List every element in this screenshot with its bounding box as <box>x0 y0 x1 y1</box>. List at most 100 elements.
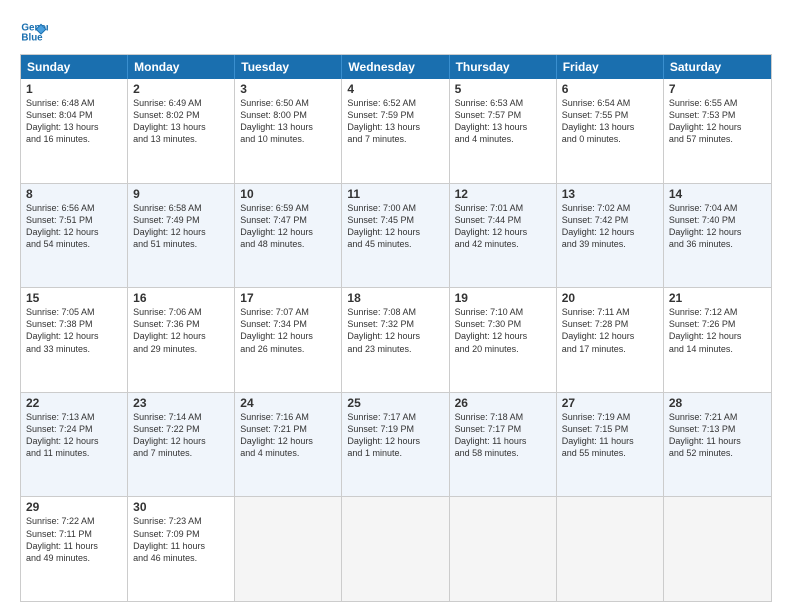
day-number: 14 <box>669 187 766 201</box>
calendar-cell: 29Sunrise: 7:22 AMSunset: 7:11 PMDayligh… <box>21 497 128 601</box>
header-cell-friday: Friday <box>557 55 664 79</box>
calendar-cell: 18Sunrise: 7:08 AMSunset: 7:32 PMDayligh… <box>342 288 449 392</box>
day-info: Sunrise: 6:56 AMSunset: 7:51 PMDaylight:… <box>26 202 122 251</box>
day-number: 30 <box>133 500 229 514</box>
day-info: Sunrise: 6:48 AMSunset: 8:04 PMDaylight:… <box>26 97 122 146</box>
header-cell-sunday: Sunday <box>21 55 128 79</box>
day-number: 24 <box>240 396 336 410</box>
day-number: 2 <box>133 82 229 96</box>
day-number: 26 <box>455 396 551 410</box>
calendar-cell: 19Sunrise: 7:10 AMSunset: 7:30 PMDayligh… <box>450 288 557 392</box>
day-number: 4 <box>347 82 443 96</box>
calendar-row: 1Sunrise: 6:48 AMSunset: 8:04 PMDaylight… <box>21 79 771 183</box>
calendar-cell: 14Sunrise: 7:04 AMSunset: 7:40 PMDayligh… <box>664 184 771 288</box>
calendar-cell: 3Sunrise: 6:50 AMSunset: 8:00 PMDaylight… <box>235 79 342 183</box>
calendar-cell: 27Sunrise: 7:19 AMSunset: 7:15 PMDayligh… <box>557 393 664 497</box>
day-info: Sunrise: 7:10 AMSunset: 7:30 PMDaylight:… <box>455 306 551 355</box>
calendar-row: 22Sunrise: 7:13 AMSunset: 7:24 PMDayligh… <box>21 392 771 497</box>
day-number: 9 <box>133 187 229 201</box>
day-number: 8 <box>26 187 122 201</box>
logo: General Blue <box>20 18 54 46</box>
day-number: 12 <box>455 187 551 201</box>
day-info: Sunrise: 7:21 AMSunset: 7:13 PMDaylight:… <box>669 411 766 460</box>
day-info: Sunrise: 7:06 AMSunset: 7:36 PMDaylight:… <box>133 306 229 355</box>
day-number: 7 <box>669 82 766 96</box>
calendar-cell <box>664 497 771 601</box>
day-info: Sunrise: 6:50 AMSunset: 8:00 PMDaylight:… <box>240 97 336 146</box>
calendar-cell <box>342 497 449 601</box>
calendar-cell: 30Sunrise: 7:23 AMSunset: 7:09 PMDayligh… <box>128 497 235 601</box>
calendar-cell: 23Sunrise: 7:14 AMSunset: 7:22 PMDayligh… <box>128 393 235 497</box>
day-number: 15 <box>26 291 122 305</box>
calendar-cell: 4Sunrise: 6:52 AMSunset: 7:59 PMDaylight… <box>342 79 449 183</box>
calendar-cell: 5Sunrise: 6:53 AMSunset: 7:57 PMDaylight… <box>450 79 557 183</box>
day-info: Sunrise: 7:17 AMSunset: 7:19 PMDaylight:… <box>347 411 443 460</box>
logo-icon: General Blue <box>20 18 48 46</box>
calendar-cell <box>450 497 557 601</box>
calendar-cell: 20Sunrise: 7:11 AMSunset: 7:28 PMDayligh… <box>557 288 664 392</box>
header-cell-tuesday: Tuesday <box>235 55 342 79</box>
day-info: Sunrise: 6:59 AMSunset: 7:47 PMDaylight:… <box>240 202 336 251</box>
calendar-cell: 10Sunrise: 6:59 AMSunset: 7:47 PMDayligh… <box>235 184 342 288</box>
day-info: Sunrise: 7:14 AMSunset: 7:22 PMDaylight:… <box>133 411 229 460</box>
header-cell-saturday: Saturday <box>664 55 771 79</box>
day-info: Sunrise: 7:16 AMSunset: 7:21 PMDaylight:… <box>240 411 336 460</box>
day-info: Sunrise: 7:08 AMSunset: 7:32 PMDaylight:… <box>347 306 443 355</box>
page-header: General Blue <box>20 18 772 46</box>
day-info: Sunrise: 7:19 AMSunset: 7:15 PMDaylight:… <box>562 411 658 460</box>
day-info: Sunrise: 6:54 AMSunset: 7:55 PMDaylight:… <box>562 97 658 146</box>
calendar-cell: 1Sunrise: 6:48 AMSunset: 8:04 PMDaylight… <box>21 79 128 183</box>
calendar-cell: 9Sunrise: 6:58 AMSunset: 7:49 PMDaylight… <box>128 184 235 288</box>
calendar-cell: 8Sunrise: 6:56 AMSunset: 7:51 PMDaylight… <box>21 184 128 288</box>
calendar-cell: 11Sunrise: 7:00 AMSunset: 7:45 PMDayligh… <box>342 184 449 288</box>
calendar-row: 8Sunrise: 6:56 AMSunset: 7:51 PMDaylight… <box>21 183 771 288</box>
calendar-cell: 28Sunrise: 7:21 AMSunset: 7:13 PMDayligh… <box>664 393 771 497</box>
day-info: Sunrise: 7:02 AMSunset: 7:42 PMDaylight:… <box>562 202 658 251</box>
day-number: 18 <box>347 291 443 305</box>
day-number: 6 <box>562 82 658 96</box>
day-number: 19 <box>455 291 551 305</box>
day-info: Sunrise: 6:52 AMSunset: 7:59 PMDaylight:… <box>347 97 443 146</box>
calendar-cell: 13Sunrise: 7:02 AMSunset: 7:42 PMDayligh… <box>557 184 664 288</box>
day-info: Sunrise: 7:13 AMSunset: 7:24 PMDaylight:… <box>26 411 122 460</box>
calendar-cell: 6Sunrise: 6:54 AMSunset: 7:55 PMDaylight… <box>557 79 664 183</box>
calendar: SundayMondayTuesdayWednesdayThursdayFrid… <box>20 54 772 602</box>
day-number: 17 <box>240 291 336 305</box>
day-number: 25 <box>347 396 443 410</box>
calendar-cell: 12Sunrise: 7:01 AMSunset: 7:44 PMDayligh… <box>450 184 557 288</box>
day-info: Sunrise: 6:53 AMSunset: 7:57 PMDaylight:… <box>455 97 551 146</box>
svg-text:Blue: Blue <box>21 32 43 43</box>
calendar-cell: 22Sunrise: 7:13 AMSunset: 7:24 PMDayligh… <box>21 393 128 497</box>
header-cell-thursday: Thursday <box>450 55 557 79</box>
calendar-body: 1Sunrise: 6:48 AMSunset: 8:04 PMDaylight… <box>21 79 771 601</box>
calendar-cell: 24Sunrise: 7:16 AMSunset: 7:21 PMDayligh… <box>235 393 342 497</box>
calendar-cell: 16Sunrise: 7:06 AMSunset: 7:36 PMDayligh… <box>128 288 235 392</box>
day-info: Sunrise: 7:00 AMSunset: 7:45 PMDaylight:… <box>347 202 443 251</box>
day-number: 5 <box>455 82 551 96</box>
day-info: Sunrise: 6:55 AMSunset: 7:53 PMDaylight:… <box>669 97 766 146</box>
day-number: 13 <box>562 187 658 201</box>
day-number: 21 <box>669 291 766 305</box>
day-number: 22 <box>26 396 122 410</box>
calendar-row: 15Sunrise: 7:05 AMSunset: 7:38 PMDayligh… <box>21 287 771 392</box>
day-number: 16 <box>133 291 229 305</box>
calendar-cell: 17Sunrise: 7:07 AMSunset: 7:34 PMDayligh… <box>235 288 342 392</box>
day-info: Sunrise: 7:18 AMSunset: 7:17 PMDaylight:… <box>455 411 551 460</box>
calendar-cell: 26Sunrise: 7:18 AMSunset: 7:17 PMDayligh… <box>450 393 557 497</box>
calendar-cell <box>557 497 664 601</box>
day-number: 3 <box>240 82 336 96</box>
day-info: Sunrise: 7:12 AMSunset: 7:26 PMDaylight:… <box>669 306 766 355</box>
day-number: 20 <box>562 291 658 305</box>
day-info: Sunrise: 6:58 AMSunset: 7:49 PMDaylight:… <box>133 202 229 251</box>
day-info: Sunrise: 7:07 AMSunset: 7:34 PMDaylight:… <box>240 306 336 355</box>
day-number: 23 <box>133 396 229 410</box>
calendar-cell: 25Sunrise: 7:17 AMSunset: 7:19 PMDayligh… <box>342 393 449 497</box>
calendar-cell: 7Sunrise: 6:55 AMSunset: 7:53 PMDaylight… <box>664 79 771 183</box>
day-info: Sunrise: 7:22 AMSunset: 7:11 PMDaylight:… <box>26 515 122 564</box>
day-info: Sunrise: 7:11 AMSunset: 7:28 PMDaylight:… <box>562 306 658 355</box>
calendar-header: SundayMondayTuesdayWednesdayThursdayFrid… <box>21 55 771 79</box>
day-number: 27 <box>562 396 658 410</box>
day-info: Sunrise: 6:49 AMSunset: 8:02 PMDaylight:… <box>133 97 229 146</box>
header-cell-monday: Monday <box>128 55 235 79</box>
day-number: 29 <box>26 500 122 514</box>
